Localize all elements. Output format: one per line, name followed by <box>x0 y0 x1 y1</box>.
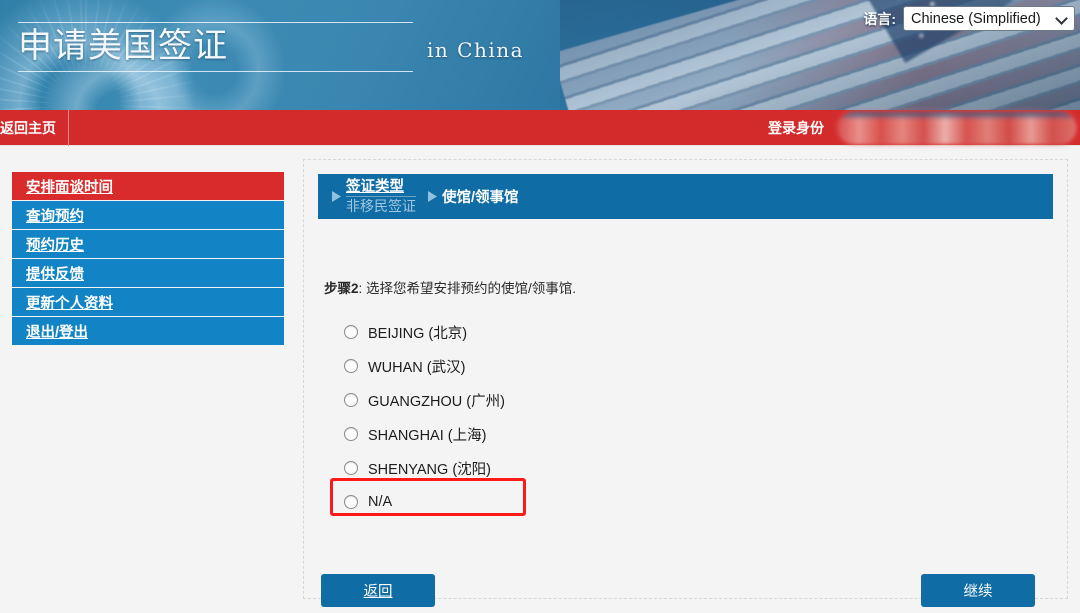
radio-button-icon[interactable] <box>344 359 358 373</box>
sidebar-item-label: 查询预约 <box>26 208 84 225</box>
back-button-label: 返回 <box>363 584 393 600</box>
radio-option-label: BEIJING (北京) <box>368 325 468 342</box>
radio-button-icon[interactable] <box>344 393 358 407</box>
language-label: 语言: <box>863 10 896 27</box>
radio-button-icon[interactable] <box>344 427 358 441</box>
continue-button[interactable]: 继续 <box>921 574 1035 607</box>
sidebar-item-label: 更新个人资料 <box>26 295 113 312</box>
sidebar-item-label: 预约历史 <box>26 237 84 254</box>
radio-button-icon[interactable] <box>344 461 358 475</box>
sidebar-item-label: 安排面谈时间 <box>26 179 113 196</box>
step-instruction: 步骤2: 选择您希望安排预约的使馆/领事馆. <box>324 277 576 297</box>
radio-option-beijing[interactable]: BEIJING (北京) <box>344 315 764 349</box>
radio-option-label: WUHAN (武汉) <box>368 359 466 376</box>
sidebar-item-appointment-history[interactable]: 预约历史 <box>12 230 284 258</box>
language-dropdown[interactable]: Chinese (Simplified) <box>903 6 1075 31</box>
main-area: 安排面谈时间 查询预约 预约历史 提供反馈 更新个人资料 退出/登出 签证类型 … <box>0 147 1080 613</box>
content-panel: 签证类型 非移民签证 使馆/领事馆 步骤2: 选择您希望安排预约的使馆/领事馆.… <box>303 159 1068 607</box>
radio-option-wuhan[interactable]: WUHAN (武汉) <box>344 349 764 383</box>
sidebar-item-label: 提供反馈 <box>26 266 84 283</box>
page-title: 申请美国签证 <box>18 22 413 73</box>
page-title-country: in China <box>427 38 525 62</box>
back-button[interactable]: 返回 <box>321 574 435 607</box>
radio-button-icon[interactable] <box>344 325 358 339</box>
language-selector[interactable]: 语言: Chinese (Simplified) <box>863 6 1075 31</box>
radio-option-label: GUANGZHOU (广州) <box>368 393 505 410</box>
sidebar-item-update-profile[interactable]: 更新个人资料 <box>12 288 284 316</box>
step-instruction-text: : 选择您希望安排预约的使馆/领事馆. <box>358 281 577 296</box>
redacted-username <box>838 112 1076 144</box>
logged-in-as-label: 登录身份 <box>768 120 824 136</box>
sidebar-item-schedule-appointment[interactable]: 安排面谈时间 <box>12 172 284 200</box>
triangle-right-icon-2 <box>422 191 442 202</box>
chevron-down-icon <box>1057 13 1068 24</box>
radio-option-label: N/A <box>368 494 393 510</box>
language-selected-value: Chinese (Simplified) <box>911 10 1041 27</box>
sidebar-item-check-appointment[interactable]: 查询预约 <box>12 201 284 229</box>
sidebar-item-sign-out[interactable]: 退出/登出 <box>12 317 284 345</box>
radio-option-shenyang[interactable]: SHENYANG (沈阳) <box>344 451 764 485</box>
radio-option-shanghai[interactable]: SHANGHAI (上海) <box>344 417 764 451</box>
breadcrumb-step-value: 非移民签证 <box>346 195 416 214</box>
triangle-right-icon <box>326 191 346 202</box>
breadcrumb-step-visa-type[interactable]: 签证类型 非移民签证 <box>346 179 416 215</box>
post-options-list: BEIJING (北京) WUHAN (武汉) GUANGZHOU (广州) S… <box>344 315 764 519</box>
sidebar-item-provide-feedback[interactable]: 提供反馈 <box>12 259 284 287</box>
step-number: 步骤2 <box>324 281 359 296</box>
continue-button-label: 继续 <box>963 584 993 600</box>
breadcrumb: 签证类型 非移民签证 使馆/领事馆 <box>318 174 1053 219</box>
radio-option-label: SHANGHAI (上海) <box>368 427 487 444</box>
breadcrumb-step-post: 使馆/领事馆 <box>442 190 519 206</box>
redaction-top-edge <box>838 112 1076 120</box>
radio-option-guangzhou[interactable]: GUANGZHOU (广州) <box>344 383 764 417</box>
sidebar: 安排面谈时间 查询预约 预约历史 提供反馈 更新个人资料 退出/登出 <box>12 172 284 346</box>
radio-button-icon[interactable] <box>344 495 358 509</box>
radio-option-na[interactable]: N/A <box>344 485 764 519</box>
breadcrumb-step-title: 签证类型 <box>346 178 404 195</box>
nav-home-link[interactable]: 返回主页 <box>0 110 69 146</box>
page-header: 申请美国签证 in China 语言: Chinese (Simplified) <box>0 0 1080 110</box>
radio-option-label: SHENYANG (沈阳) <box>368 461 491 478</box>
sidebar-item-label: 退出/登出 <box>26 324 89 341</box>
